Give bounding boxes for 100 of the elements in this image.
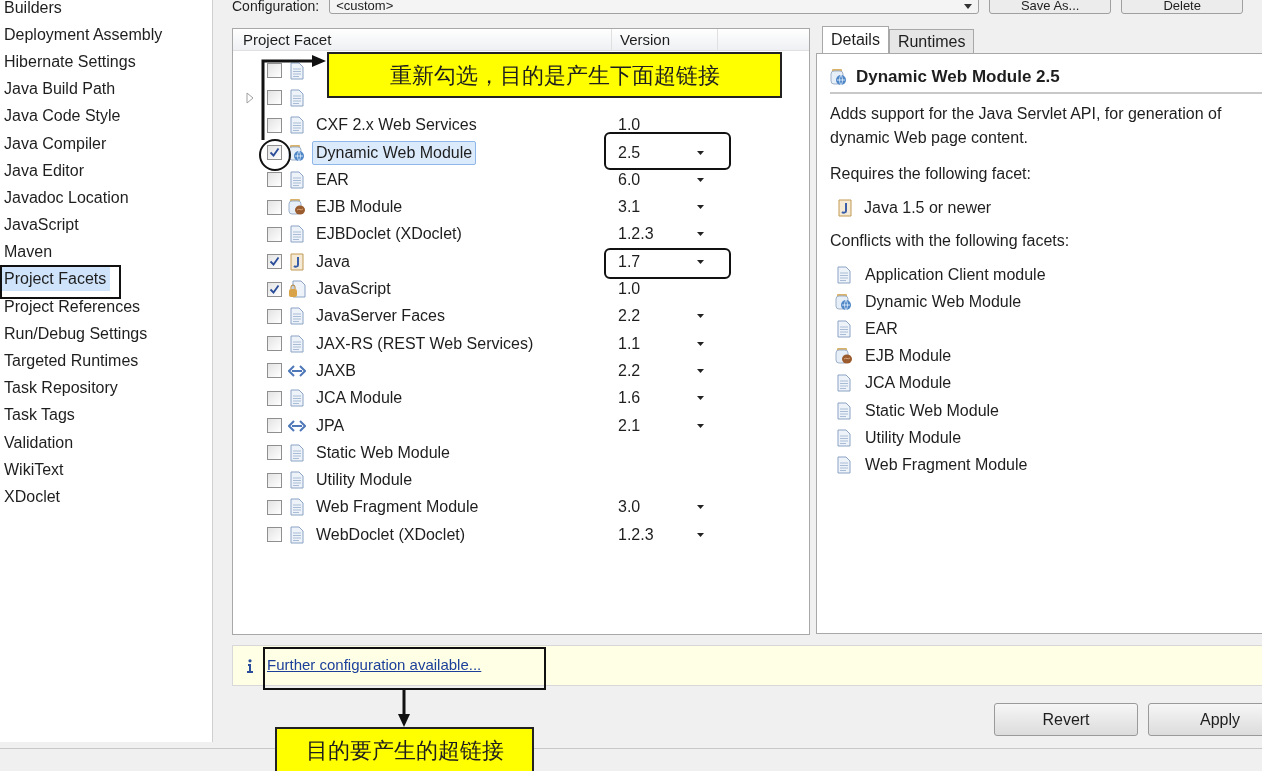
column-header[interactable]: Project Facet — [233, 29, 612, 50]
configuration-dropdown[interactable]: <custom> — [329, 0, 980, 14]
checkbox[interactable] — [267, 445, 282, 461]
sidebar-item[interactable]: Hibernate Settings — [0, 49, 140, 74]
version-value[interactable]: 1.0 — [618, 116, 641, 134]
sidebar-item[interactable]: Task Repository — [0, 376, 122, 401]
checkbox[interactable] — [267, 117, 282, 133]
version-value[interactable]: 1.7 — [618, 252, 641, 270]
version-value[interactable]: 2.1 — [618, 416, 641, 434]
version-value[interactable]: 3.1 — [618, 198, 641, 216]
sidebar-item[interactable]: Project Facets — [0, 267, 111, 292]
version-value[interactable]: 3.0 — [618, 498, 641, 516]
sidebar-item[interactable]: Java Editor — [0, 158, 89, 183]
facet-name[interactable]: EJBDoclet (XDoclet) — [312, 222, 466, 247]
checkbox[interactable] — [267, 472, 282, 488]
dropdown-arrow-icon[interactable] — [697, 423, 704, 428]
document-icon — [290, 307, 304, 326]
dropdown-arrow-icon[interactable] — [697, 505, 704, 510]
dropdown-arrow-icon[interactable] — [697, 368, 704, 373]
document-icon — [290, 334, 304, 353]
dropdown-arrow-icon[interactable] — [697, 205, 704, 210]
facet-name[interactable]: JCA Module — [312, 386, 407, 411]
dropdown-arrow-icon[interactable] — [697, 259, 704, 264]
sidebar-item[interactable]: JavaScript — [0, 213, 83, 238]
checkbox[interactable] — [267, 527, 282, 543]
dialog-button[interactable]: Revert — [994, 703, 1138, 736]
checkbox[interactable] — [267, 63, 282, 79]
sidebar-item[interactable]: Javadoc Location — [0, 185, 133, 210]
checkbox[interactable] — [267, 418, 282, 433]
facet-name[interactable]: Dynamic Web Module — [312, 140, 477, 165]
callout-arrow — [397, 690, 411, 728]
version-value[interactable]: 2.2 — [618, 307, 641, 325]
checkbox[interactable] — [267, 172, 282, 188]
dropdown-arrow-icon[interactable] — [697, 341, 704, 346]
sidebar-item[interactable]: Java Code Style — [0, 104, 125, 129]
conflicting-facet: Dynamic Web Module — [865, 291, 1022, 312]
dropdown-arrow-icon[interactable] — [964, 3, 973, 9]
facet-name[interactable]: EJB Module — [312, 195, 407, 220]
version-value[interactable]: 1.2.3 — [618, 525, 654, 543]
checkbox[interactable] — [267, 90, 282, 106]
sidebar-item[interactable]: Project References — [0, 294, 145, 319]
facet-name[interactable]: JPA — [312, 413, 349, 438]
configuration-button[interactable]: Delete — [1121, 0, 1244, 14]
checkbox[interactable] — [267, 363, 282, 379]
version-value[interactable]: 1.6 — [618, 389, 641, 407]
checkbox[interactable] — [267, 145, 282, 161]
checkbox[interactable] — [267, 336, 282, 352]
dropdown-arrow-icon[interactable] — [697, 232, 704, 237]
checkbox[interactable] — [267, 254, 282, 270]
facet-name[interactable]: JavaScript — [312, 277, 395, 301]
sidebar-item[interactable]: Java Compiler — [0, 131, 111, 156]
checkbox[interactable] — [267, 226, 282, 242]
version-value[interactable]: 1.2.3 — [618, 225, 654, 243]
sidebar-item[interactable]: Java Build Path — [0, 77, 120, 102]
dropdown-arrow-icon[interactable] — [697, 396, 704, 401]
sidebar-item[interactable]: XDoclet — [0, 484, 65, 509]
dropdown-arrow-icon[interactable] — [697, 177, 704, 182]
facet-name[interactable]: JAXB — [312, 358, 360, 383]
dropdown-arrow-icon[interactable] — [697, 314, 704, 319]
version-value[interactable]: 1.0 — [618, 280, 641, 297]
facet-name[interactable]: Web Fragment Module — [312, 495, 483, 520]
version-value[interactable]: 2.5 — [618, 143, 641, 161]
sidebar-item[interactable]: Validation — [0, 430, 78, 455]
facet-name[interactable]: JAX-RS (REST Web Services) — [312, 331, 538, 356]
version-value[interactable]: 6.0 — [618, 170, 641, 188]
facet-name[interactable]: WebDoclet (XDoclet) — [312, 522, 470, 547]
info-icon — [247, 658, 253, 673]
configuration-button[interactable]: Save As... — [989, 0, 1112, 14]
checkbox[interactable] — [267, 390, 282, 406]
version-value[interactable]: 1.1 — [618, 334, 641, 352]
dropdown-arrow-icon[interactable] — [697, 532, 704, 537]
sidebar-item[interactable]: Builders — [0, 0, 66, 20]
tab[interactable]: Details — [822, 26, 889, 54]
conflicting-facet: Utility Module — [865, 427, 962, 448]
facet-name[interactable]: CXF 2.x Web Services — [312, 113, 481, 138]
sidebar-item[interactable]: Targeted Runtimes — [0, 349, 143, 374]
column-header[interactable]: Version — [612, 29, 718, 50]
sidebar-item[interactable]: Maven — [0, 240, 57, 265]
document-icon — [837, 455, 851, 474]
conflicting-facet: Application Client module — [865, 264, 1046, 285]
checkbox[interactable] — [267, 199, 282, 215]
version-value[interactable]: 2.2 — [618, 361, 641, 379]
facet-name[interactable]: JavaServer Faces — [312, 304, 449, 329]
sidebar-item[interactable]: Task Tags — [0, 403, 79, 428]
sidebar-item[interactable]: WikiText — [0, 457, 68, 482]
checkbox[interactable] — [267, 308, 282, 324]
java-file-icon — [290, 252, 304, 271]
conflicting-facet: EAR — [865, 318, 898, 339]
sidebar-item[interactable]: Deployment Assembly — [0, 22, 167, 47]
configuration-link[interactable]: Further configuration available... — [267, 654, 482, 677]
dropdown-arrow-icon[interactable] — [697, 150, 704, 155]
sidebar-item[interactable]: Run/Debug Settings — [0, 321, 152, 346]
facet-name[interactable]: Utility Module — [312, 468, 417, 493]
facet-name[interactable]: Static Web Module — [312, 440, 454, 465]
tab[interactable]: Runtimes — [888, 29, 975, 54]
dialog-button[interactable]: Apply — [1148, 703, 1262, 736]
checkbox[interactable] — [267, 281, 282, 297]
facet-name[interactable]: Java — [312, 249, 354, 274]
checkbox[interactable] — [267, 499, 282, 515]
facet-name[interactable]: EAR — [312, 167, 353, 192]
